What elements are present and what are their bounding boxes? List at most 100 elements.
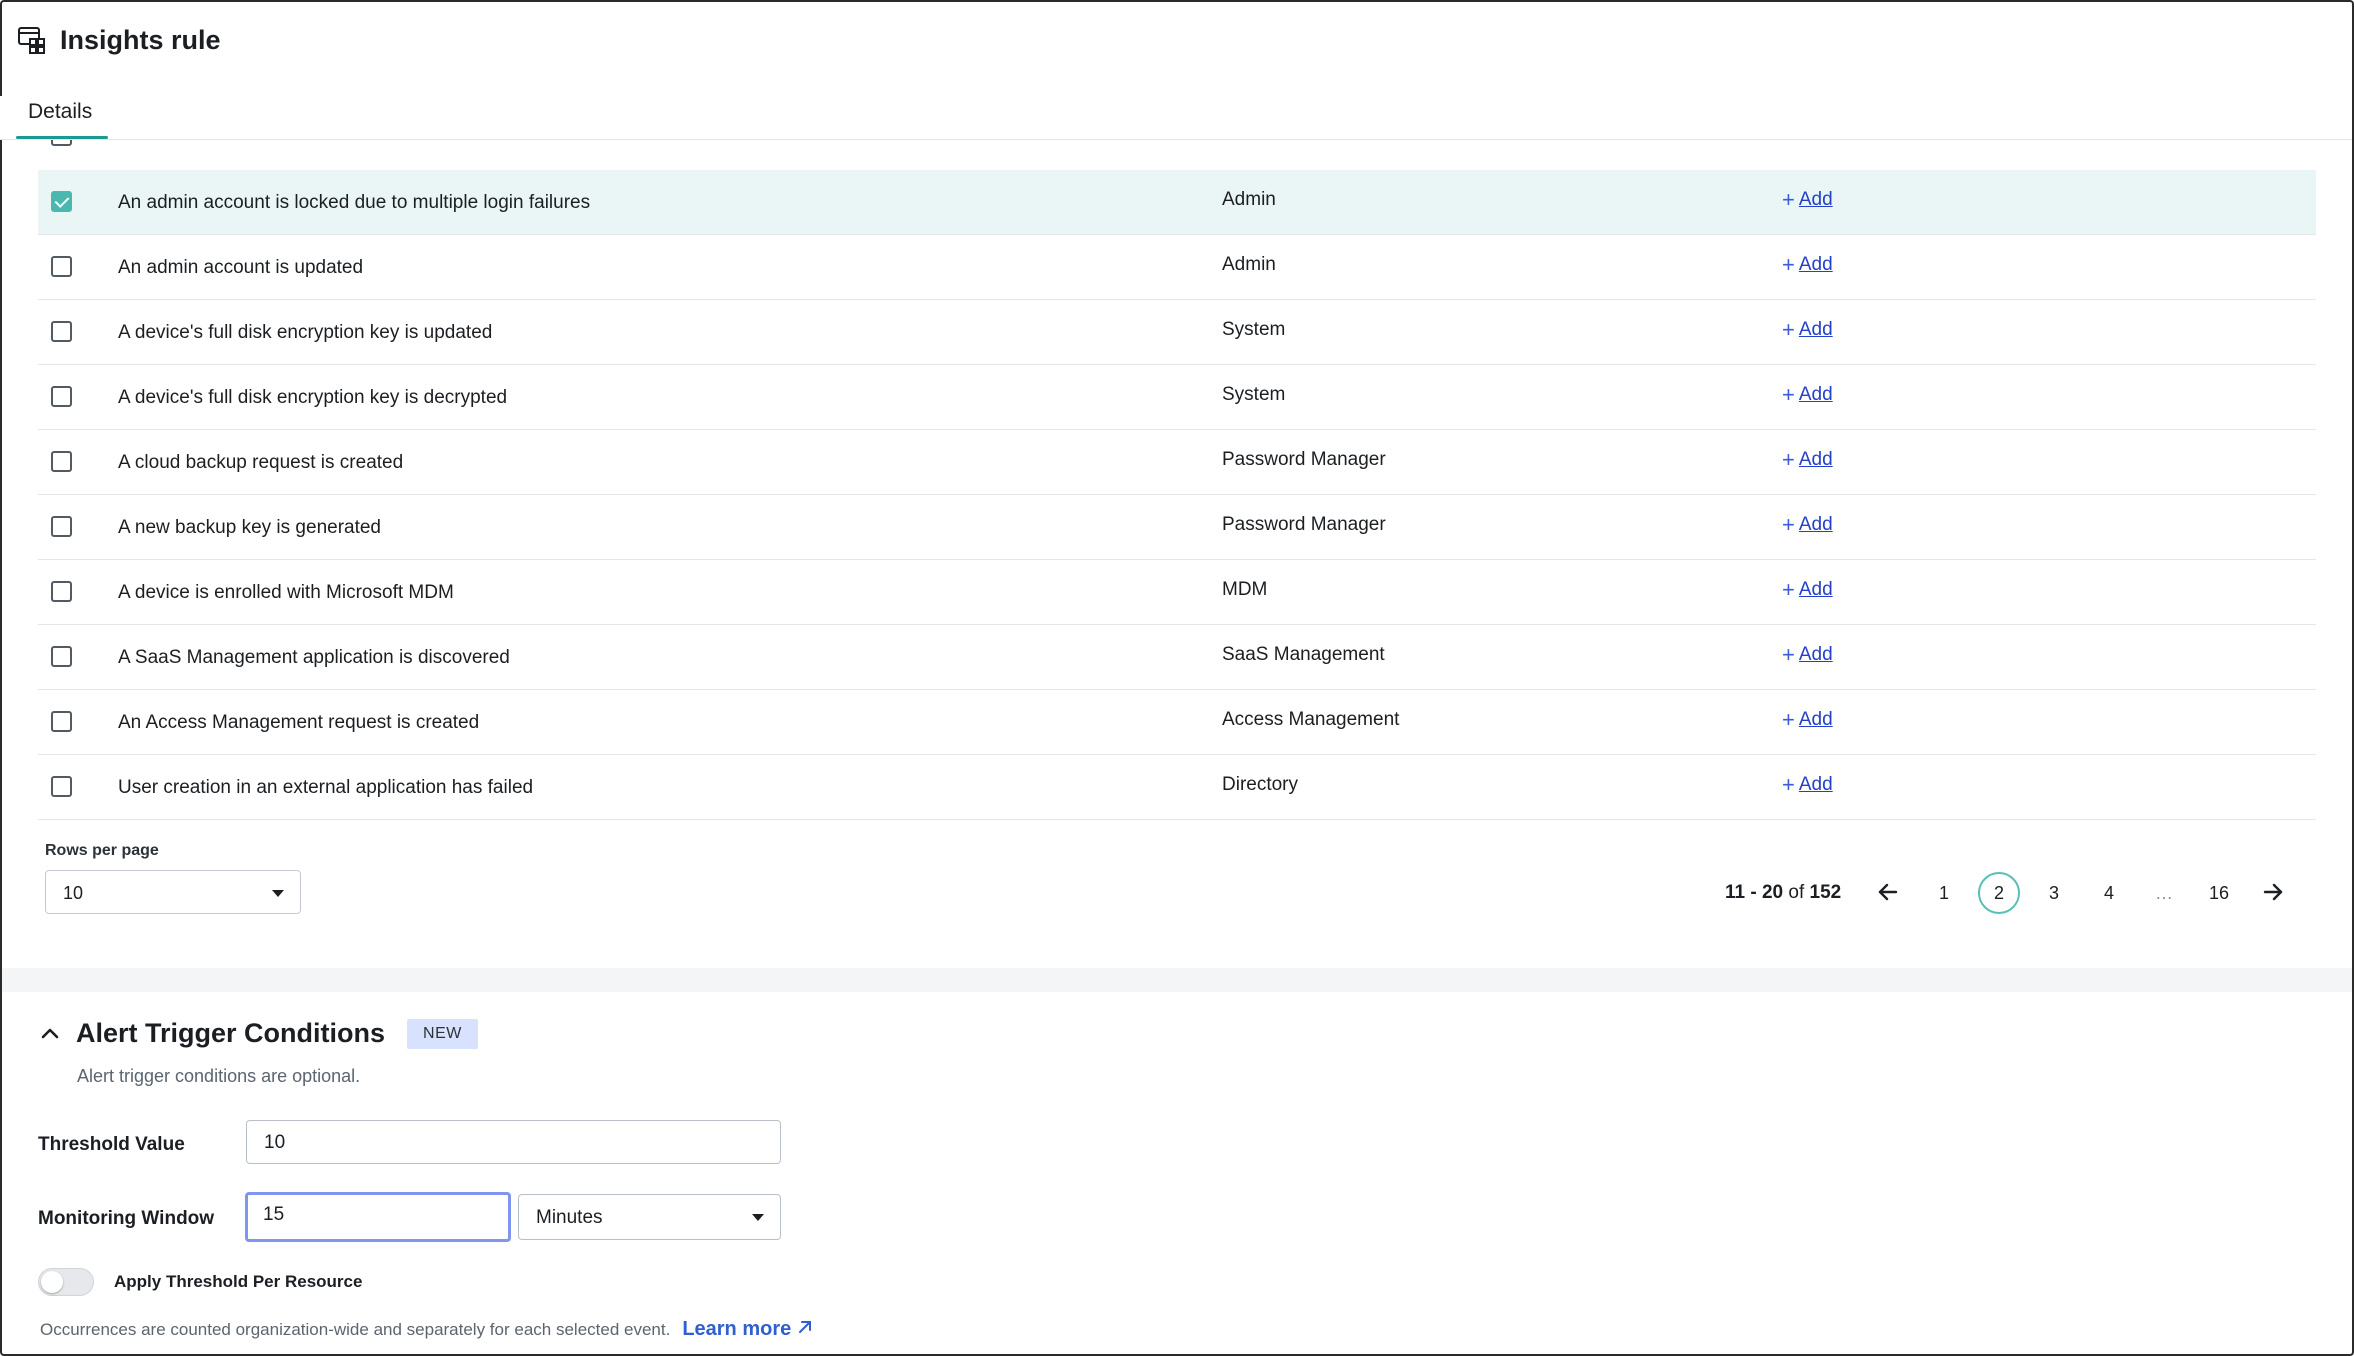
external-link-icon — [797, 1318, 813, 1341]
toggle-knob — [41, 1271, 63, 1293]
service-cell: MDM — [1222, 579, 1268, 600]
add-filter-button[interactable]: + Add — [1782, 709, 1833, 731]
service-cell: Admin — [1222, 189, 1276, 210]
event-cell: A device is enrolled with Microsoft MDM — [118, 582, 454, 603]
table-row[interactable]: A device's full disk encryption key is d… — [38, 365, 2316, 430]
row-checkbox[interactable] — [51, 256, 72, 277]
alert-section-title: Alert Trigger Conditions — [76, 1018, 386, 1048]
table-row[interactable]: User creation in an external application… — [38, 755, 2316, 820]
add-filter-label: Add — [1798, 384, 1833, 405]
service-cell: System — [1222, 384, 1286, 405]
add-filter-button[interactable]: + Add — [1782, 189, 1833, 211]
table-row[interactable]: An admin account is locked due to multip… — [38, 170, 2316, 235]
pagination: 11 - 20 of 152 1 2 3 4 … 16 — [1720, 870, 2283, 914]
alert-section-header[interactable]: Alert Trigger Conditions NEW — [38, 1018, 478, 1049]
table-row[interactable]: A SaaS Management application is discove… — [38, 625, 2316, 690]
pagination-ellipsis: … — [2155, 882, 2173, 903]
page-header: Insights rule — [16, 20, 221, 60]
add-filter-label: Add — [1798, 774, 1833, 795]
plus-icon: + — [1782, 252, 1795, 277]
add-filter-label: Add — [1798, 189, 1833, 210]
page-button[interactable]: 16 — [2198, 872, 2240, 914]
service-cell: Directory — [1222, 774, 1299, 795]
row-checkbox[interactable] — [51, 711, 72, 732]
service-cell: Access Management — [1222, 709, 1400, 730]
add-filter-button[interactable]: + Add — [1782, 449, 1833, 471]
plus-icon: + — [1782, 187, 1795, 212]
plus-icon: + — [1782, 512, 1795, 537]
chevron-up-icon[interactable] — [38, 1022, 62, 1046]
row-checkbox[interactable] — [51, 321, 72, 342]
event-cell: An Access Management request is created — [118, 712, 480, 733]
row-checkbox[interactable] — [51, 581, 72, 602]
table-row[interactable]: A device is enrolled with Microsoft MDM M… — [38, 560, 2316, 625]
row-checkbox[interactable] — [51, 451, 72, 472]
learn-more-link[interactable]: Learn more — [682, 1318, 813, 1341]
range-total: 152 — [1809, 882, 1842, 903]
add-filter-button[interactable]: + Add — [1782, 319, 1833, 341]
rule-grid-icon — [16, 24, 48, 56]
section-divider — [2, 968, 2352, 992]
add-filter-label: Add — [1798, 644, 1833, 665]
monitoring-window-input[interactable]: 15 — [245, 1192, 511, 1242]
add-filter-button[interactable]: + Add — [1782, 254, 1833, 276]
plus-icon: + — [1782, 447, 1795, 472]
table-row[interactable]: A device's full disk encryption key is u… — [38, 300, 2316, 365]
threshold-value-input[interactable]: 10 — [246, 1120, 781, 1164]
tab-details[interactable]: Details — [18, 100, 102, 140]
add-filter-button[interactable]: + Add — [1782, 644, 1833, 666]
threshold-value-label: Threshold Value — [38, 1134, 185, 1155]
add-filter-label: Add — [1798, 514, 1833, 535]
plus-icon: + — [1782, 317, 1795, 342]
arrow-left-icon[interactable] — [1870, 874, 1906, 910]
new-badge: NEW — [407, 1018, 478, 1049]
row-checkbox[interactable] — [51, 776, 72, 797]
learn-more-label: Learn more — [682, 1318, 792, 1340]
row-checkbox[interactable] — [51, 386, 72, 407]
plus-icon: + — [1782, 642, 1795, 667]
page-button[interactable]: 1 — [1923, 872, 1965, 914]
add-filter-button[interactable]: + Add — [1782, 579, 1833, 601]
table-row[interactable]: An Access Management request is created A… — [38, 690, 2316, 755]
caret-down-icon — [752, 1214, 764, 1221]
add-filter-label: Add — [1798, 319, 1833, 340]
rows-per-page-select[interactable]: 10 — [45, 870, 301, 914]
table-row[interactable]: An admin account is updated Admin + Add — [38, 235, 2316, 300]
row-checkbox[interactable] — [51, 191, 72, 212]
service-cell: Password Manager — [1222, 449, 1386, 470]
range-value: 11 - 20 — [1725, 882, 1784, 903]
tab-active-indicator — [16, 136, 108, 139]
plus-icon: + — [1782, 577, 1795, 602]
page-button[interactable]: 3 — [2033, 872, 2075, 914]
tab-bar: Details — [0, 96, 2352, 140]
service-cell: System — [1222, 319, 1286, 340]
page-button[interactable]: 4 — [2088, 872, 2130, 914]
table-row[interactable]: A new backup key is generated Password Ma… — [38, 495, 2316, 560]
page-button[interactable]: 2 — [1978, 872, 2020, 914]
plus-icon: + — [1782, 707, 1795, 732]
monitoring-window-label: Monitoring Window — [38, 1208, 215, 1229]
table-row[interactable]: A cloud backup request is created Passwor… — [38, 430, 2316, 495]
add-filter-label: Add — [1798, 709, 1833, 730]
row-checkbox[interactable] — [51, 516, 72, 537]
plus-icon: + — [1782, 382, 1795, 407]
page-title: Insights rule — [60, 24, 221, 55]
service-cell: Password Manager — [1222, 514, 1386, 535]
row-checkbox[interactable] — [51, 646, 72, 667]
pagination-range: 11 - 20 of 152 — [1725, 882, 1841, 904]
event-cell: User creation in an external application… — [118, 777, 534, 798]
add-filter-button[interactable]: + Add — [1782, 514, 1833, 536]
add-filter-button[interactable]: + Add — [1782, 774, 1833, 796]
arrow-right-icon[interactable] — [2255, 874, 2291, 910]
alert-trigger-section: Alert Trigger Conditions NEW Alert trigg… — [0, 992, 2352, 1354]
window-unit-value: Minutes — [536, 1207, 603, 1228]
event-cell: A device's full disk encryption key is u… — [118, 322, 493, 343]
monitoring-window-unit-select[interactable]: Minutes — [518, 1194, 781, 1240]
alert-section-subtitle: Alert trigger conditions are optional. — [77, 1066, 361, 1086]
service-cell: Admin — [1222, 254, 1276, 275]
footnote: Occurrences are counted organization-wid… — [40, 1318, 813, 1341]
apply-threshold-toggle[interactable] — [38, 1268, 94, 1296]
rows-per-page-value: 10 — [63, 883, 84, 903]
apply-threshold-label: Apply Threshold Per Resource — [114, 1272, 363, 1291]
add-filter-button[interactable]: + Add — [1782, 384, 1833, 406]
